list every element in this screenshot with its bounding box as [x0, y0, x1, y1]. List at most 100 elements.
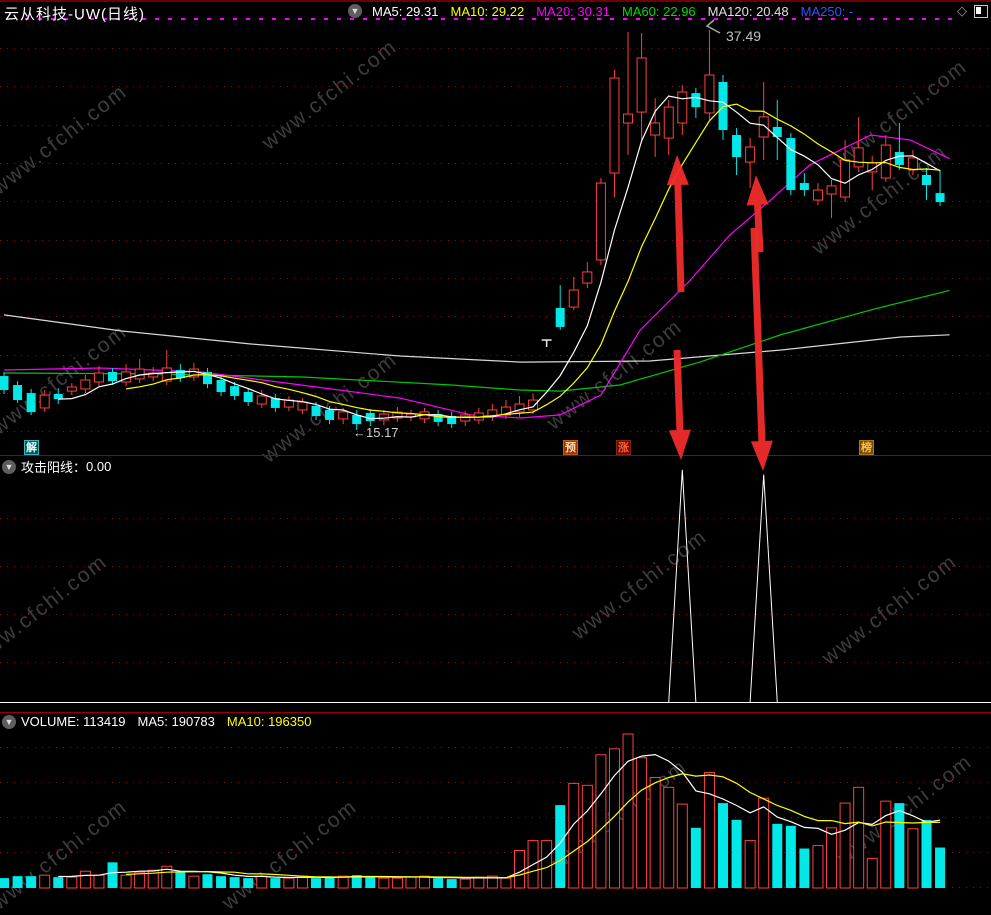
candle-body [297, 401, 308, 411]
volume-bar [473, 876, 485, 889]
volume-bar [799, 848, 810, 888]
signal-arrow-down-icon [750, 227, 773, 471]
volume-bar [79, 870, 91, 889]
volume-bar [446, 879, 457, 888]
divider-badge[interactable]: 解 [24, 440, 39, 455]
volume-bar [541, 840, 553, 889]
high-price-annotation: 37.49 [726, 28, 761, 44]
candle-body [568, 289, 579, 308]
diamond-icon[interactable]: ◇ [957, 4, 967, 18]
ma-legend: MA5: 29.31 MA10: 29.22 MA20: 30.31 MA60: 22… [372, 4, 853, 19]
volume-bar [378, 877, 390, 889]
candle-body [840, 159, 851, 198]
volume-bar [894, 803, 905, 888]
indicator-chevron-icon[interactable]: ▼ [2, 459, 16, 474]
indicator-panel-header: ▼ 攻击阳线 ： 0.00 [0, 457, 111, 476]
candle-body [352, 414, 362, 425]
volume-bar [53, 877, 64, 888]
volume-bar [93, 874, 105, 889]
candle-body [826, 185, 837, 195]
volume-bar [243, 878, 254, 888]
candle-body [528, 399, 539, 411]
volume-bar [202, 874, 213, 888]
volume-bar [812, 845, 824, 889]
candle-body [39, 394, 50, 409]
candle-body [555, 307, 565, 327]
candle-body [243, 392, 253, 403]
volume-bar [731, 819, 742, 888]
volume-bar [839, 802, 851, 889]
indicator-spike-line [4, 469, 941, 703]
indicator-sep: ： [73, 460, 87, 475]
ma-legend-item: MA250: - [800, 4, 854, 19]
divider-badge[interactable]: 预 [563, 440, 578, 455]
volume-bar [391, 877, 403, 889]
ma-legend-item: MA5: 29.31 [372, 4, 439, 19]
volume-bar [703, 772, 715, 889]
candle-body [595, 182, 606, 261]
volume-bar [581, 784, 593, 889]
volume-bar [785, 825, 796, 888]
ma-legend-item: MA20: 30.31 [536, 4, 610, 19]
volume-bar [39, 874, 51, 889]
candle-body [108, 371, 118, 382]
volume-bar [419, 875, 431, 889]
candle-body [853, 147, 864, 168]
candle-body [907, 157, 918, 171]
divider-badge[interactable]: 涨 [616, 440, 631, 455]
candle-body [663, 106, 674, 139]
candle-body [230, 386, 240, 396]
volume-bar [500, 877, 512, 889]
volume-bar [134, 871, 146, 889]
volume-bar [324, 877, 335, 888]
candle-body [745, 146, 756, 163]
volume-bar [935, 847, 946, 888]
candle-body [623, 113, 634, 124]
candle-body [338, 411, 349, 420]
volume-ma5: MA5: 190783 [137, 714, 215, 729]
volume-bar [26, 876, 37, 888]
window-icon[interactable] [974, 4, 988, 18]
volume-bar [270, 878, 281, 888]
indicator-value: 0.00 [86, 459, 112, 474]
volume-bar [636, 757, 648, 889]
volume-bar [311, 878, 322, 888]
main-chart-header: 云从科技-UW(日线) ▼ MA5: 29.31 MA10: 29.22 MA20:… [0, 2, 991, 23]
candle-body [93, 372, 104, 383]
indicator-name: 攻击阳线 [21, 460, 74, 475]
volume-bar [365, 876, 376, 888]
candle-body [582, 271, 593, 284]
chart-annotations: 37.49 ←15.17 [353, 19, 761, 440]
candle-body [66, 386, 77, 392]
volume-bar [0, 878, 9, 888]
candle-body [256, 395, 267, 405]
volume-bar [744, 840, 756, 889]
divider-badge[interactable]: 榜 [859, 440, 874, 455]
volume-bar [188, 875, 200, 889]
low-price-annotation: ←15.17 [353, 425, 399, 440]
volume-bar [337, 875, 349, 889]
volume-bar [866, 857, 878, 889]
volume-bar [405, 876, 417, 889]
candle-body [691, 93, 701, 108]
volume-bar [216, 876, 227, 888]
volume-bar [921, 819, 932, 888]
volume-bar [229, 877, 240, 888]
candle-body [704, 74, 715, 114]
volume-bar [690, 827, 701, 888]
volume-chevron-icon[interactable]: ▼ [2, 714, 16, 729]
signal-arrow-down-icon [668, 349, 691, 460]
candle-body [880, 144, 891, 179]
volume-bar [772, 823, 783, 888]
volume-bar [663, 786, 675, 889]
volume-bar [256, 875, 268, 889]
chart-canvas[interactable]: 37.49 ←15.17 [0, 0, 991, 889]
volume-bar [717, 803, 728, 888]
volume-value: VOLUME: 113419 [21, 714, 126, 729]
ma20-line [3, 134, 950, 419]
volume-bar [514, 849, 526, 889]
candle-body [13, 385, 23, 401]
ma60-line [3, 289, 950, 392]
ma10-line [126, 103, 941, 419]
collapse-chevron-icon[interactable]: ▼ [348, 4, 362, 18]
